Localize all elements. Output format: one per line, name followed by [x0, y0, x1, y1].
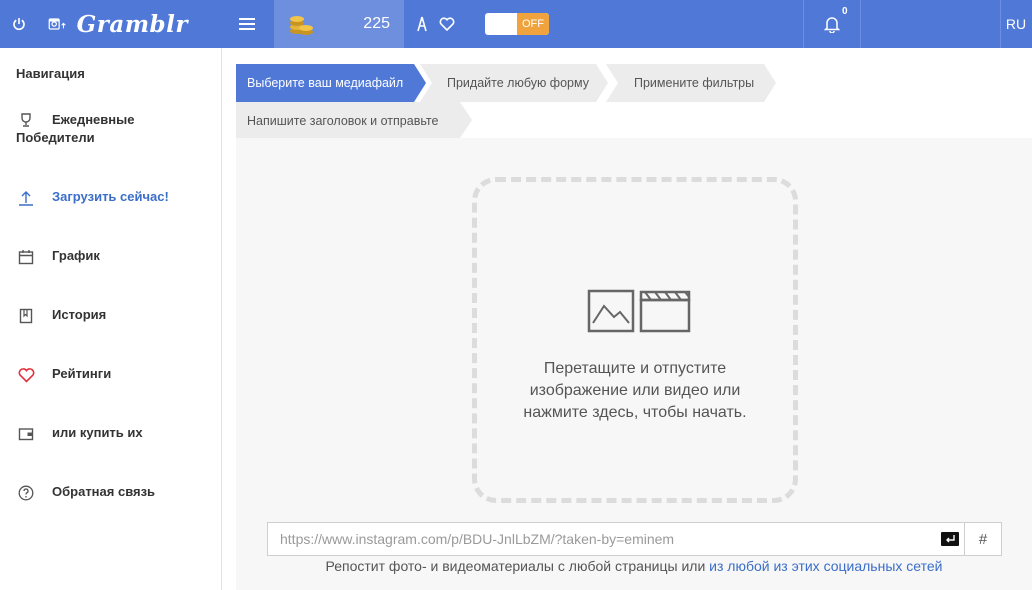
sidebar-item-label: Обратная связь — [52, 484, 156, 499]
sidebar-item-label: Рейтинги — [52, 366, 112, 381]
language-button[interactable]: RU — [1000, 0, 1032, 48]
calendar-icon — [16, 248, 36, 266]
sidebar-item-history[interactable]: История — [16, 307, 216, 325]
notifications-badge: 0 — [842, 6, 848, 17]
toggle-off-label: OFF — [517, 13, 549, 35]
hashtag-button[interactable]: # — [965, 522, 1002, 556]
tower-icon — [417, 16, 427, 32]
sidebar-title: Навигация — [16, 66, 85, 81]
url-row: # — [267, 522, 1002, 556]
sidebar-item-label: История — [52, 307, 107, 322]
sidebar-item-upload[interactable]: Загрузить сейчас! — [16, 189, 216, 207]
help-icon — [16, 484, 36, 502]
repost-hint: Репостит фото- и видеоматериалы с любой … — [236, 558, 1032, 574]
sidebar-item-label: Ежедневные Победители — [16, 112, 135, 145]
divider — [860, 0, 861, 48]
steps-breadcrumb: Выберите ваш медиафайл Придайте любую фо… — [236, 62, 1032, 138]
heart-outline-icon — [439, 17, 455, 31]
sidebar-item-daily-winners[interactable]: Ежедневные Победители — [16, 111, 216, 145]
sidebar-item-schedule[interactable]: График — [16, 248, 216, 266]
dropzone-text: Перетащите и отпустите изображение или в… — [523, 360, 747, 421]
hint-text: Репостит фото- и видеоматериалы с любой … — [325, 558, 706, 574]
step-shape[interactable]: Придайте любую форму — [420, 64, 608, 102]
wallet-icon — [16, 425, 36, 443]
top-bar: Gramblr 225 OFF 0 RU — [0, 0, 1032, 48]
instagram-url-input[interactable] — [267, 522, 965, 556]
app-logo: Gramblr — [48, 0, 188, 48]
sidebar-item-label: Загрузить сейчас! — [52, 189, 169, 204]
bell-icon — [824, 16, 840, 33]
sidebar-item-ratings[interactable]: Рейтинги — [16, 366, 216, 384]
auto-toggle[interactable]: OFF — [485, 13, 549, 35]
broadcast-button[interactable] — [412, 0, 432, 48]
step-caption-send[interactable]: Напишите заголовок и отправьте — [236, 102, 472, 140]
app-logo-text: Gramblr — [76, 10, 188, 38]
main-content: Выберите ваш медиафайл Придайте любую фо… — [236, 62, 1032, 590]
step-filters[interactable]: Примените фильтры — [606, 64, 776, 102]
image-video-icon — [587, 289, 691, 333]
media-dropzone[interactable]: Перетащите и отпустите изображение или в… — [472, 177, 798, 503]
book-icon — [16, 307, 36, 325]
sidebar-item-label: График — [52, 248, 100, 263]
upload-icon — [16, 189, 36, 207]
instagram-upload-icon — [48, 18, 66, 30]
power-button[interactable] — [0, 0, 38, 48]
menu-button[interactable] — [232, 0, 262, 48]
heart-icon — [16, 366, 36, 384]
hamburger-icon — [239, 18, 255, 30]
coins-balance[interactable]: 225 — [274, 0, 404, 48]
social-networks-link[interactable]: из любой из этих социальных сетей — [709, 558, 942, 574]
sidebar-item-feedback[interactable]: Обратная связь — [16, 484, 216, 502]
sidebar-item-buy[interactable]: или купить их — [16, 425, 216, 443]
likes-button[interactable] — [436, 0, 458, 48]
notifications-button[interactable]: 0 — [804, 0, 860, 48]
sidebar-item-label: или купить их — [52, 425, 143, 440]
step-select-media[interactable]: Выберите ваш медиафайл — [236, 64, 426, 102]
sidebar: Навигация Ежедневные Победители Загрузит… — [0, 48, 222, 590]
enter-icon[interactable] — [941, 532, 959, 546]
coins-count: 225 — [363, 15, 390, 32]
power-icon — [13, 18, 25, 31]
coins-icon — [290, 16, 313, 35]
